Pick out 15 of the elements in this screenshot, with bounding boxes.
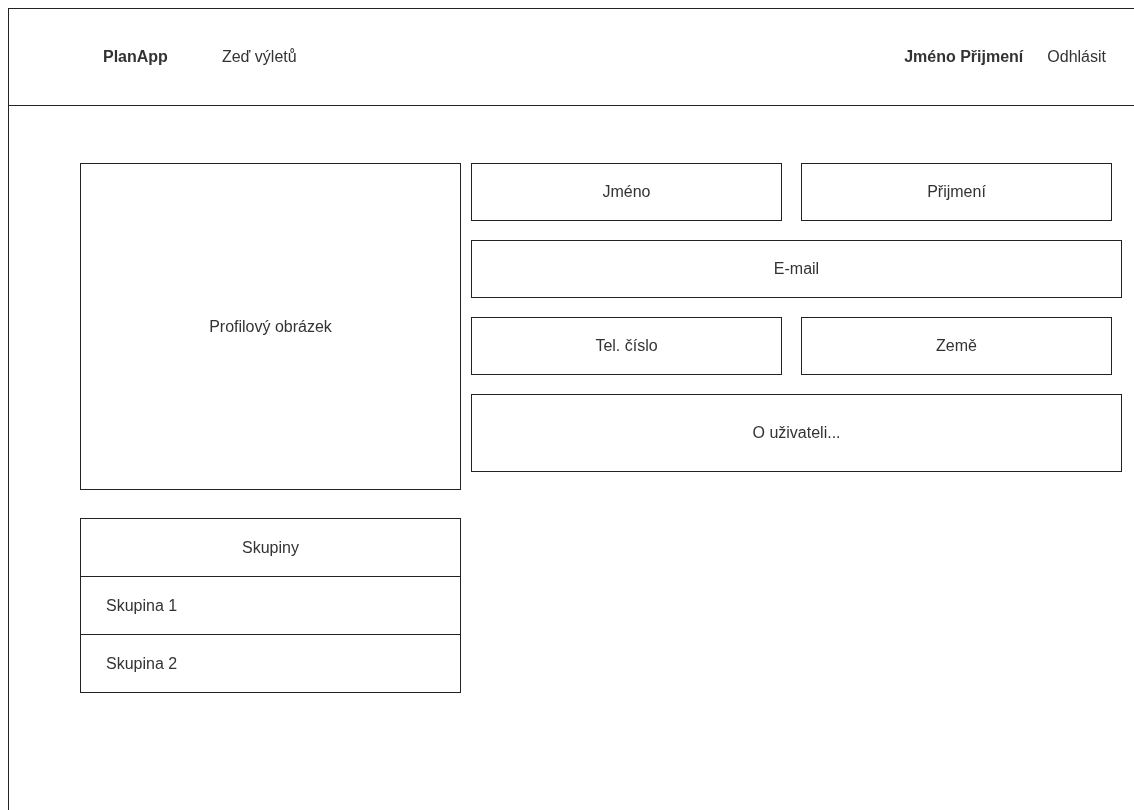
brand-logo[interactable]: PlanApp (103, 48, 168, 66)
profile-field[interactable]: Jméno (471, 163, 782, 221)
profile-field[interactable]: Tel. číslo (471, 317, 782, 375)
nav-link[interactable]: Zeď výletů (221, 48, 297, 66)
profile-field[interactable]: Přijmení (801, 163, 1112, 221)
group-item[interactable]: Skupina 1 (81, 576, 460, 634)
profile-field[interactable]: Země (801, 317, 1112, 375)
image-upload-field[interactable]: Profilový obrázek (80, 163, 461, 490)
user-name: Jméno Přijmení (904, 48, 1024, 66)
profile-field[interactable]: O uživateli... (471, 394, 1122, 472)
image-placeholder-text: Profilový obrázek (209, 317, 332, 336)
profile-field[interactable]: E-mail (471, 240, 1122, 298)
groups-header: Skupiny (241, 537, 300, 558)
logout-link[interactable]: Odhlásit (1047, 48, 1106, 66)
group-item[interactable]: Skupina 2 (81, 634, 460, 692)
